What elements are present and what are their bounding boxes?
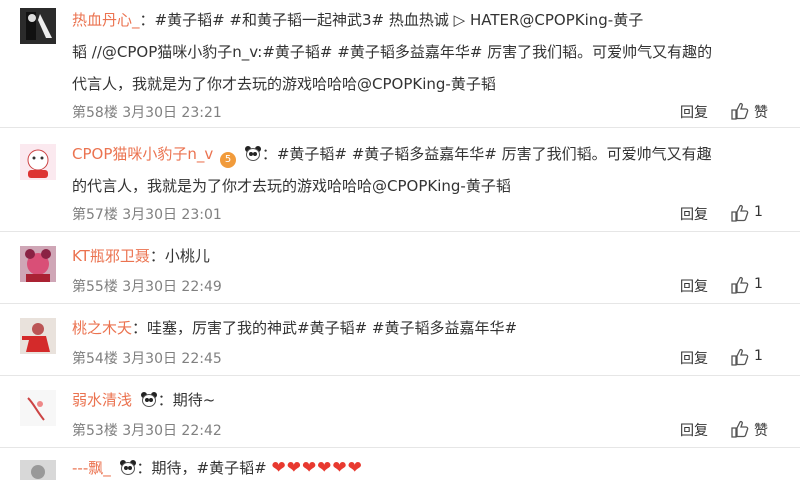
comment-text: 弱水清浅 ：期待~: [72, 384, 782, 416]
comment-username[interactable]: 热血丹心_: [72, 11, 140, 29]
comment-body: 桃之木夭：哇塞，厉害了我的神武#黄子韬# #黄子韬多益嘉年华# 第54楼 3月3…: [72, 312, 782, 367]
comment-floor-time: 第54楼 3月30日 22:45: [72, 351, 222, 367]
avatar-grey-icon: [20, 460, 56, 480]
comment-text: ---飘_ ：期待，#黄子韬# ❤❤❤❤❤❤: [72, 452, 782, 480]
comment-item: KT瓶邪卫聂：小桃儿 第55楼 3月30日 22:49 回复 1: [0, 232, 800, 304]
comment-content: ：#黄子韬# #黄子韬多益嘉年华# 厉害了我们韬。可爱帅气又有趣: [261, 145, 712, 163]
comment-floor-time: 第57楼 3月30日 23:01: [72, 207, 222, 223]
comment-text: 桃之木夭：哇塞，厉害了我的神武#黄子韬# #黄子韬多益嘉年华#: [72, 312, 782, 344]
panda-emoji-icon: [140, 392, 158, 408]
comment-content: ：#黄子韬# #和黄子韬一起神武3# 热血热诚 ▷ HATER@CPOPKing…: [139, 11, 644, 29]
comment-item: CPOP猫咪小豹子n_v 5 ：#黄子韬# #黄子韬多益嘉年华# 厉害了我们韬。…: [0, 128, 800, 232]
like-count: 1: [754, 204, 763, 220]
comment-meta: 第53楼 3月30日 22:42 回复 赞: [72, 418, 782, 440]
comment-feed: 热血丹心_：#黄子韬# #和黄子韬一起神武3# 热血热诚 ▷ HATER@CPO…: [0, 0, 800, 480]
reply-button[interactable]: 回复: [680, 276, 708, 296]
comment-content-line: 韬 //@CPOP猫咪小豹子n_v:#黄子韬# #黄子韬多益嘉年华# 厉害了我们…: [72, 43, 713, 61]
comment-floor-time: 第53楼 3月30日 22:42: [72, 423, 222, 439]
comment-meta: 第58楼 3月30日 23:21 回复 赞: [72, 100, 782, 122]
comment-body: CPOP猫咪小豹子n_v 5 ：#黄子韬# #黄子韬多益嘉年华# 厉害了我们韬。…: [72, 138, 782, 223]
comment-username[interactable]: ---飘_: [72, 459, 111, 477]
avatar[interactable]: [20, 460, 56, 480]
like-button[interactable]: 赞: [726, 100, 782, 122]
comment-text: KT瓶邪卫聂：小桃儿: [72, 240, 782, 272]
like-label: 赞: [754, 423, 768, 439]
panda-emoji-icon: [119, 460, 137, 476]
avatar[interactable]: [20, 246, 56, 282]
heart-emoji-icons: ❤❤❤❤❤❤: [271, 458, 363, 478]
comment-text: CPOP猫咪小豹子n_v 5 ：#黄子韬# #黄子韬多益嘉年华# 厉害了我们韬。…: [72, 138, 782, 170]
reply-button[interactable]: 回复: [680, 204, 708, 224]
like-count: 1: [754, 348, 763, 364]
comment-meta: 第55楼 3月30日 22:49 回复 1: [72, 274, 782, 296]
like-button[interactable]: 1: [726, 202, 782, 224]
comment-username[interactable]: CPOP猫咪小豹子n_v: [72, 145, 213, 163]
comment-text: 热血丹心_：#黄子韬# #和黄子韬一起神武3# 热血热诚 ▷ HATER@CPO…: [72, 4, 782, 36]
like-count: 1: [754, 276, 763, 292]
avatar[interactable]: [20, 390, 56, 426]
comment-username[interactable]: 弱水清浅: [72, 391, 132, 409]
thumbs-up-icon: [731, 348, 749, 366]
like-button[interactable]: 赞: [726, 418, 782, 440]
avatar[interactable]: [20, 144, 56, 180]
comment-floor-time: 第55楼 3月30日 22:49: [72, 279, 222, 295]
thumbs-up-icon: [731, 102, 749, 120]
comment-meta: 第57楼 3月30日 23:01 回复 1: [72, 202, 782, 224]
comment-username[interactable]: KT瓶邪卫聂: [72, 247, 150, 265]
comment-item: ---飘_ ：期待，#黄子韬# ❤❤❤❤❤❤: [0, 448, 800, 480]
comment-item: 弱水清浅 ：期待~ 第53楼 3月30日 22:42 回复 赞: [0, 376, 800, 448]
comment-body: KT瓶邪卫聂：小桃儿 第55楼 3月30日 22:49 回复 1: [72, 240, 782, 295]
avatar-pink-icon: [20, 246, 56, 282]
avatar-red-icon: [20, 318, 56, 354]
comment-body: 热血丹心_：#黄子韬# #和黄子韬一起神武3# 热血热诚 ▷ HATER@CPO…: [72, 4, 782, 121]
comment-content: ：哇塞，厉害了我的神武#黄子韬# #黄子韬多益嘉年华#: [132, 319, 518, 337]
reply-button[interactable]: 回复: [680, 348, 708, 368]
comment-content-line: 代言人，我就是为了你才去玩的游戏哈哈哈@CPOPKing-黄子韬: [72, 75, 496, 93]
comment-content-line: 的代言人，我就是为了你才去玩的游戏哈哈哈@CPOPKing-黄子韬: [72, 177, 511, 195]
like-label: 赞: [754, 105, 768, 121]
comment-body: 弱水清浅 ：期待~ 第53楼 3月30日 22:42 回复 赞: [72, 384, 782, 439]
comment-floor-time: 第58楼 3月30日 23:21: [72, 105, 222, 121]
comment-username[interactable]: 桃之木夭: [72, 319, 132, 337]
avatar-sketch-icon: [20, 390, 56, 426]
like-button[interactable]: 1: [726, 274, 782, 296]
thumbs-up-icon: [731, 276, 749, 294]
comment-meta: 第54楼 3月30日 22:45 回复 1: [72, 346, 782, 368]
vip-badge-icon: 5: [220, 152, 237, 168]
thumbs-up-icon: [731, 204, 749, 222]
avatar[interactable]: [20, 8, 56, 44]
comment-content: ：期待，#黄子韬#: [136, 459, 267, 477]
panda-emoji-icon: [244, 146, 262, 162]
comment-content: ：期待~: [157, 391, 216, 409]
avatar[interactable]: [20, 318, 56, 354]
reply-button[interactable]: 回复: [680, 102, 708, 122]
avatar-cartoon-icon: [20, 144, 56, 180]
comment-body: ---飘_ ：期待，#黄子韬# ❤❤❤❤❤❤: [72, 452, 782, 480]
comment-item: 热血丹心_：#黄子韬# #和黄子韬一起神武3# 热血热诚 ▷ HATER@CPO…: [0, 0, 800, 128]
reply-button[interactable]: 回复: [680, 420, 708, 440]
comment-item: 桃之木夭：哇塞，厉害了我的神武#黄子韬# #黄子韬多益嘉年华# 第54楼 3月3…: [0, 304, 800, 376]
like-button[interactable]: 1: [726, 346, 782, 368]
comment-content: ：小桃儿: [149, 247, 210, 265]
thumbs-up-icon: [731, 420, 749, 438]
avatar-dark-icon: [20, 8, 56, 44]
